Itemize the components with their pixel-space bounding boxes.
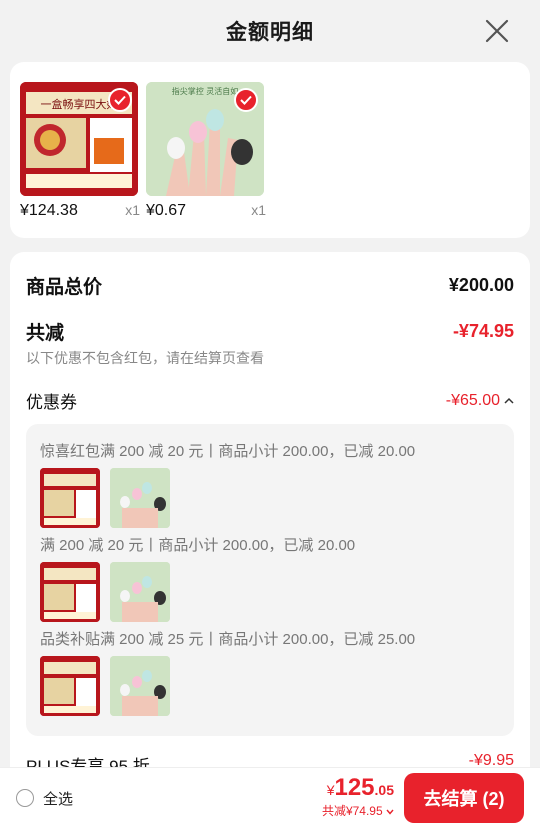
selected-products-card: 一盒畅享四大好 ¥124.38 x1 指尖掌控 灵活自如 ¥0.67 x1	[10, 62, 530, 238]
close-icon[interactable]	[484, 18, 510, 44]
chevron-down-icon	[386, 809, 394, 815]
discount-label: 共减	[26, 323, 65, 344]
discount-note: 以下优惠不包含红包，请在结算页查看	[26, 350, 264, 366]
discount-value: -¥74.95	[452, 321, 514, 341]
saved-amount: 共减¥74.95	[321, 804, 383, 818]
product-image: 一盒畅享四大好	[20, 82, 138, 196]
price-detail-card: 商品总价 ¥200.00 共减 -¥74.95 以下优惠不包含红包，请在结算页查…	[10, 252, 530, 812]
discount-row: 共减 -¥74.95	[26, 318, 514, 345]
product-price: ¥0.67	[146, 202, 187, 219]
coupon-product-thumb	[110, 468, 170, 528]
page-title: 金额明细	[226, 21, 314, 44]
checkout-button[interactable]: 去结算 (2)	[404, 773, 524, 823]
product-image-text: 一盒畅享四大好	[41, 97, 118, 111]
coupon-product-thumb	[110, 656, 170, 716]
coupon-product-thumb	[40, 562, 100, 622]
product-item[interactable]: 指尖掌控 灵活自如 ¥0.67 x1	[146, 82, 266, 219]
coupon-product-thumb	[40, 468, 100, 528]
selected-check-icon[interactable]	[108, 88, 132, 112]
coupon-item-text: 满 200 减 20 元丨商品小计 200.00，已减 20.00	[40, 537, 356, 554]
product-item[interactable]: 一盒畅享四大好 ¥124.38 x1	[20, 82, 140, 219]
product-price: ¥124.38	[20, 202, 78, 219]
modal-header: 金额明细	[0, 0, 540, 62]
coupon-item-text: 惊喜红包满 200 减 20 元丨商品小计 200.00，已减 20.00	[40, 443, 416, 460]
selected-check-icon[interactable]	[234, 88, 258, 112]
coupon-value-toggle[interactable]: -¥65.00	[446, 392, 514, 410]
coupon-list: 惊喜红包满 200 减 20 元丨商品小计 200.00，已减 20.00 满 …	[26, 424, 514, 736]
select-all-radio[interactable]	[16, 789, 34, 807]
coupon-product-thumb	[110, 562, 170, 622]
saved-amount-toggle[interactable]: 共减¥74.95	[322, 802, 394, 819]
product-quantity: x1	[125, 202, 140, 218]
total-amount: ¥125.05 共减¥74.95	[322, 774, 394, 819]
coupon-value: -¥65.00	[445, 391, 500, 409]
total-integer: 125	[334, 774, 375, 801]
select-all-label[interactable]: 全选	[43, 788, 73, 809]
chevron-up-icon	[504, 397, 514, 404]
coupon-product-thumb	[40, 656, 100, 716]
total-price-label: 商品总价	[26, 277, 103, 298]
coupon-item-text: 品类补贴满 200 减 25 元丨商品小计 200.00，已减 25.00	[40, 631, 416, 648]
coupon-row[interactable]: 优惠券 -¥65.00	[26, 388, 514, 413]
total-price-row: 商品总价 ¥200.00	[26, 272, 514, 299]
product-image-text: 指尖掌控 灵活自如	[172, 86, 239, 96]
total-price-value: ¥200.00	[448, 275, 514, 295]
product-image: 指尖掌控 灵活自如	[146, 82, 264, 196]
total-decimal: .05	[374, 782, 394, 798]
coupon-label: 优惠券	[26, 393, 77, 412]
checkout-bar: 全选 ¥125.05 共减¥74.95 去结算 (2)	[0, 767, 540, 828]
product-quantity: x1	[251, 202, 266, 218]
